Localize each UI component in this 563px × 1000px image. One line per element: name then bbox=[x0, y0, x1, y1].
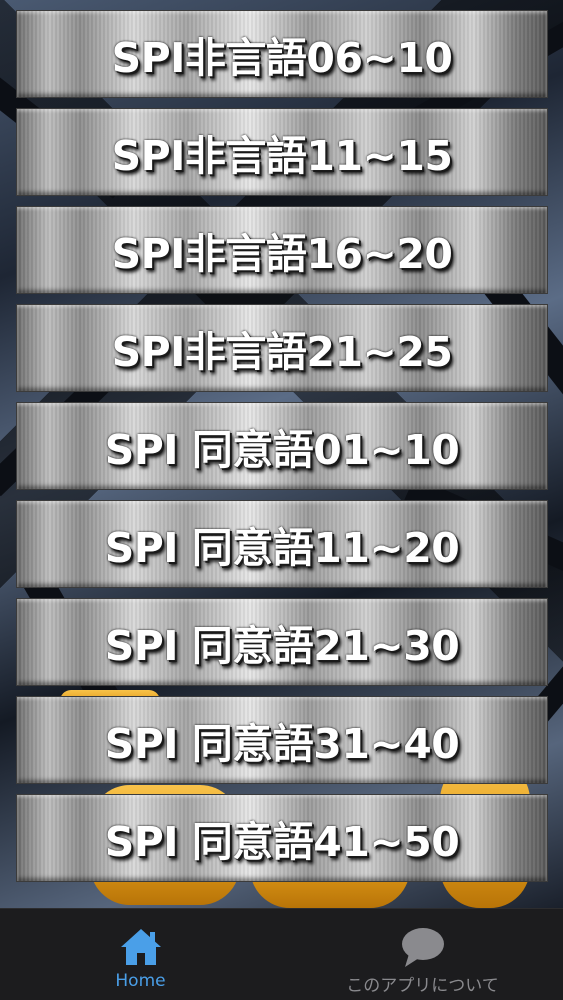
tab-bar: Home このアプリについて bbox=[0, 908, 563, 1000]
menu-item-synonym-11-20[interactable]: SPI 同意語11~20 bbox=[16, 500, 548, 588]
app-screen: SPI非言語06~10 SPI非言語11~15 SPI非言語16~20 SPI非… bbox=[0, 0, 563, 1000]
speech-bubble-icon bbox=[401, 928, 444, 967]
tab-home[interactable]: Home bbox=[0, 909, 281, 1000]
menu-item-nonverbal-21-25[interactable]: SPI非言語21~25 bbox=[16, 304, 548, 392]
menu-item-label: SPI 同意語01~10 bbox=[104, 426, 460, 474]
tab-about-label: このアプリについて bbox=[346, 976, 499, 996]
home-icon bbox=[120, 929, 161, 965]
tab-home-label: Home bbox=[115, 971, 166, 991]
menu-item-synonym-21-30[interactable]: SPI 同意語21~30 bbox=[16, 598, 548, 686]
tab-about[interactable]: このアプリについて bbox=[282, 909, 563, 1000]
menu-item-label: SPI 同意語21~30 bbox=[104, 622, 460, 670]
menu-item-synonym-31-40[interactable]: SPI 同意語31~40 bbox=[16, 696, 548, 784]
menu-item-label: SPI 同意語11~20 bbox=[104, 524, 460, 572]
menu-item-label: SPI非言語11~15 bbox=[111, 132, 453, 180]
menu-item-synonym-01-10[interactable]: SPI 同意語01~10 bbox=[16, 402, 548, 490]
menu-item-label: SPI 同意語31~40 bbox=[104, 720, 460, 768]
menu-item-label: SPI非言語21~25 bbox=[111, 328, 453, 376]
menu-item-synonym-41-50[interactable]: SPI 同意語41~50 bbox=[16, 794, 548, 882]
menu-item-nonverbal-11-15[interactable]: SPI非言語11~15 bbox=[16, 108, 548, 196]
menu-item-nonverbal-16-20[interactable]: SPI非言語16~20 bbox=[16, 206, 548, 294]
menu-item-nonverbal-06-10[interactable]: SPI非言語06~10 bbox=[16, 10, 548, 98]
menu-item-label: SPI 同意語41~50 bbox=[104, 818, 460, 866]
menu-item-label: SPI非言語16~20 bbox=[111, 230, 453, 278]
menu-item-label: SPI非言語06~10 bbox=[111, 34, 453, 82]
